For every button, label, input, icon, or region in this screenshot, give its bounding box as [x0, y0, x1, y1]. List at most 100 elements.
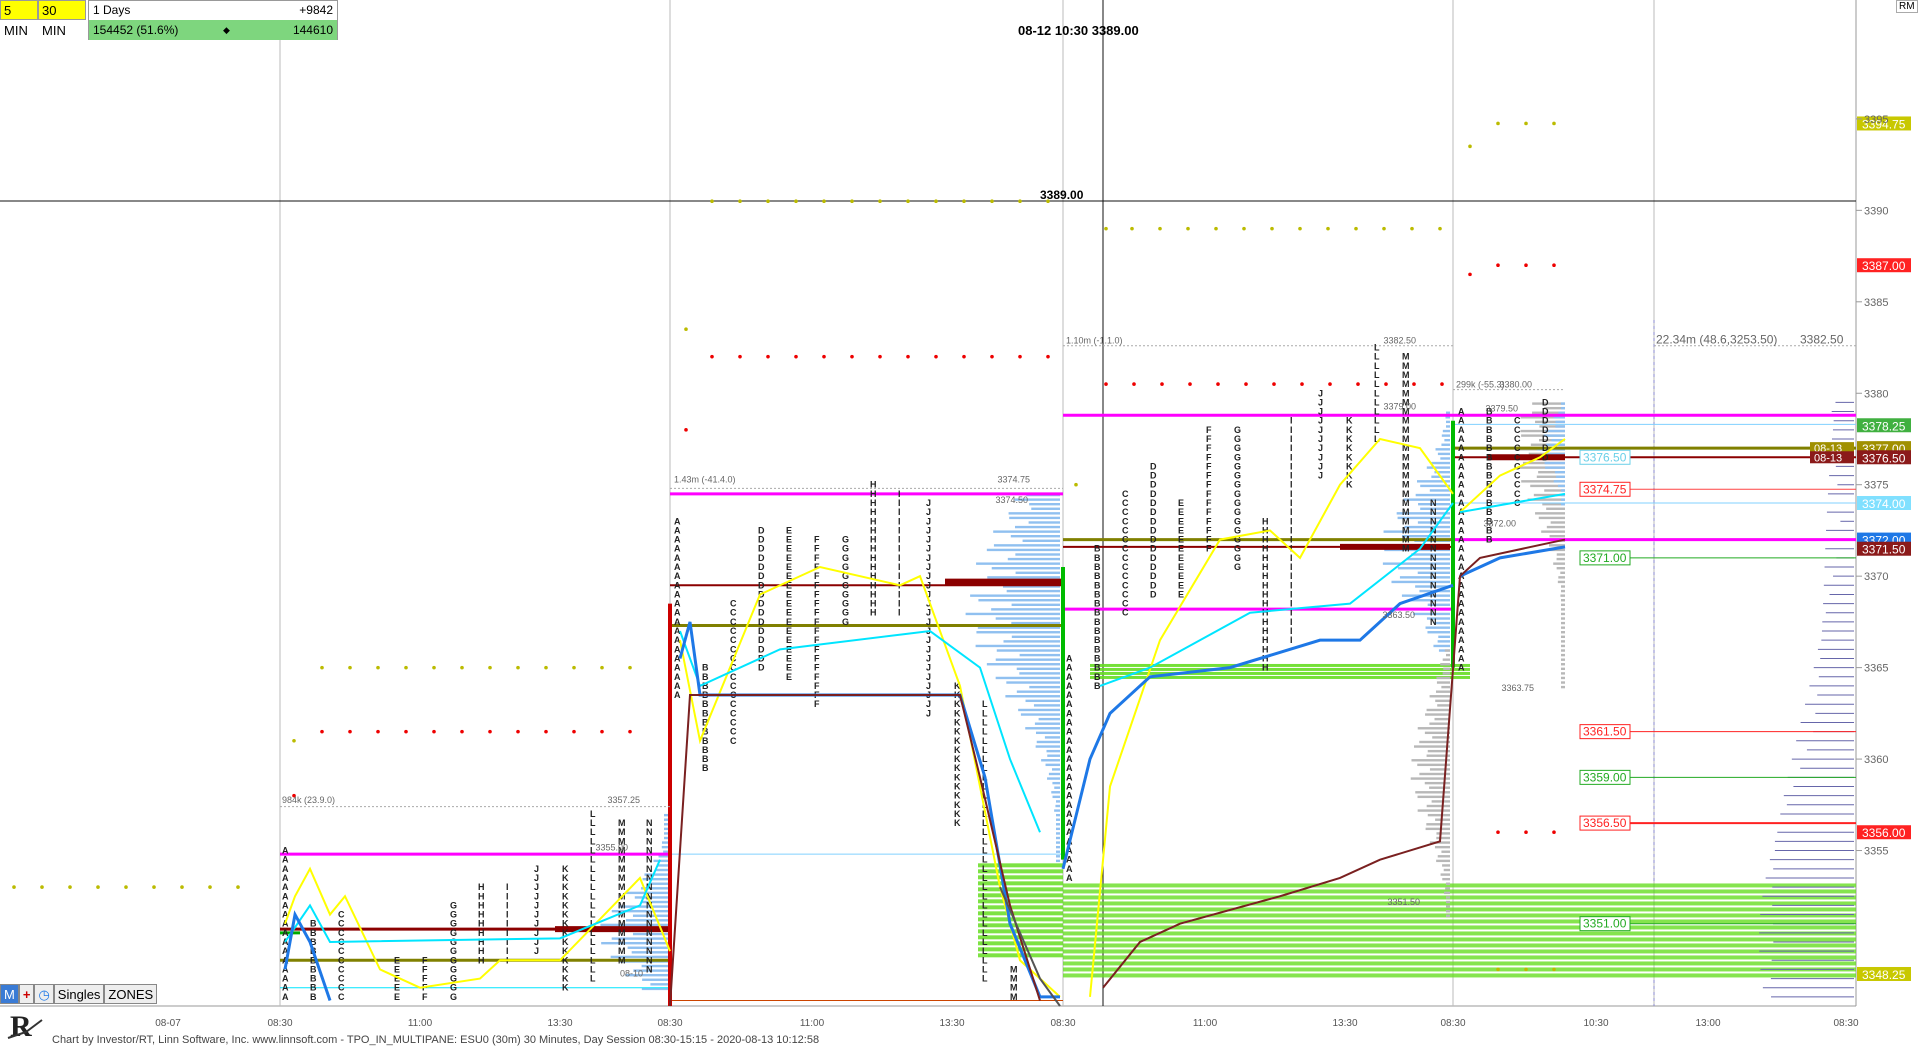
profile-bar: [1425, 827, 1450, 831]
tpo-column: EEEEEEEEEEEEEEEEE: [786, 525, 792, 681]
level-dot: [404, 729, 408, 734]
tpo-letter: B: [702, 763, 709, 773]
profile-bar: [1561, 406, 1565, 410]
profile-bar: [1541, 530, 1565, 533]
profile-bar: [1435, 699, 1450, 703]
profile-annotation: 3372.00: [1483, 519, 1516, 529]
profile-bar: [987, 576, 1060, 579]
profile-bar: [1029, 503, 1060, 506]
level-dot: [1524, 967, 1528, 972]
zone-bar: [1063, 949, 1856, 954]
zone-bar: [1090, 671, 1470, 675]
profile-bar: [1437, 855, 1450, 858]
zone-bar: [1063, 907, 1856, 912]
profile-bar: [1437, 704, 1450, 707]
tpo-letter: F: [1206, 544, 1212, 554]
profile-bar: [976, 631, 1060, 634]
profile-bar: [1426, 466, 1450, 469]
profile-bar: [1047, 777, 1060, 780]
tpo-column: CCCCCCCCCC: [1514, 416, 1521, 508]
profile-bar: [1561, 402, 1565, 405]
zone-bar: [1063, 913, 1856, 918]
zone-bar: [1063, 931, 1856, 936]
price-tick-label: 3390: [1864, 205, 1888, 217]
level-dot: [1300, 382, 1304, 386]
price-tick-label: 3375: [1864, 480, 1888, 492]
profile-bar: [986, 548, 1060, 552]
tpo-column: KKKKKKKK: [1346, 416, 1353, 490]
tpo-letter: E: [394, 992, 400, 1002]
level-dot: [572, 665, 576, 670]
price-tick-label: 3370: [1864, 571, 1888, 583]
level-dot: [1468, 144, 1472, 149]
profile-bar: [664, 832, 668, 835]
zone-bar: [1063, 955, 1856, 960]
singles-button[interactable]: Singles: [53, 984, 105, 1004]
time-tick-label: 08-07: [155, 1018, 181, 1029]
clock-icon[interactable]: ◷: [34, 984, 54, 1004]
level-label-text: 3371.00: [1583, 551, 1627, 565]
tpo-column: GGGGGGGGGGGGGGGG: [1234, 425, 1241, 572]
tpo-letter: L: [982, 974, 988, 984]
profile-bar: [1011, 635, 1060, 639]
inline-date-tag-label: 08-13: [1814, 452, 1842, 464]
crosshair-icon[interactable]: +: [18, 984, 35, 1004]
profile-bar: [993, 530, 1060, 533]
m-button[interactable]: M: [0, 984, 19, 1004]
profile-annotation: 3363.75: [1501, 683, 1534, 693]
profile-bar: [1403, 498, 1450, 501]
profile-bar: [1446, 420, 1450, 424]
profile-bar: [995, 676, 1060, 680]
profile-bar: [1561, 663, 1565, 666]
profile-bar: [664, 813, 668, 817]
level-dot: [1384, 382, 1388, 386]
profile-annotation: 1.43m (-41.4.0): [674, 475, 736, 485]
profile-bar: [1561, 612, 1565, 616]
timeframe-5min-button[interactable]: 5 MIN: [0, 0, 38, 38]
profile-bar: [1555, 425, 1565, 428]
level-dot: [1244, 382, 1248, 386]
tpo-column: FFFFFFFFFFFFFF: [1206, 425, 1212, 554]
level-dot: [850, 354, 854, 359]
price-axis-tag-label: 3376.50: [1862, 451, 1906, 465]
profile-bar: [1415, 493, 1450, 497]
profile-bar: [1006, 589, 1060, 593]
profile-bar: [1056, 818, 1060, 821]
profile-bar: [965, 612, 1060, 616]
profile-bar: [1441, 443, 1450, 446]
profile-bar: [1561, 672, 1565, 675]
stat-delta: +9842: [299, 3, 333, 17]
profile-bar: [663, 850, 668, 853]
tpo-letter: I: [1290, 635, 1293, 645]
zones-button[interactable]: ZONES: [104, 984, 158, 1004]
profile-bar: [1556, 557, 1565, 561]
profile-bar: [1556, 475, 1565, 478]
level-dot: [152, 885, 156, 889]
profile-bar: [1383, 530, 1450, 533]
level-dot: [1046, 354, 1050, 359]
tpo-column: IIIIIIIIIIIIII: [898, 489, 901, 618]
profile-bar: [1045, 763, 1060, 767]
profile-bar: [1056, 823, 1060, 826]
profile-bar: [1444, 438, 1450, 442]
tpo-column: AAAAAAAAAAAAAAAAAAAA: [674, 516, 681, 700]
rm-button[interactable]: RM: [1896, 0, 1918, 13]
level-dot: [1524, 830, 1528, 835]
level-dot: [208, 885, 212, 889]
profile-bar: [1397, 567, 1450, 570]
profile-bar: [661, 841, 668, 844]
time-tick-label: 08:30: [1833, 1018, 1858, 1029]
tpo-column: NNNNNNNNNNNNNN: [1430, 498, 1437, 627]
tpo-letter: E: [1178, 589, 1184, 599]
profile-bar: [1437, 452, 1450, 456]
zone-layer: [978, 663, 1856, 978]
tpo-letter: M: [618, 955, 626, 965]
level-dot: [822, 354, 826, 359]
tpo-letter: G: [1234, 562, 1241, 572]
level-dot: [710, 199, 714, 203]
timeframe-30min-button[interactable]: 30 MIN: [38, 0, 86, 38]
level-dot: [1130, 226, 1134, 231]
profile-bar: [1041, 759, 1060, 762]
zone-bar: [978, 923, 1063, 928]
profile-bar: [1444, 649, 1450, 652]
